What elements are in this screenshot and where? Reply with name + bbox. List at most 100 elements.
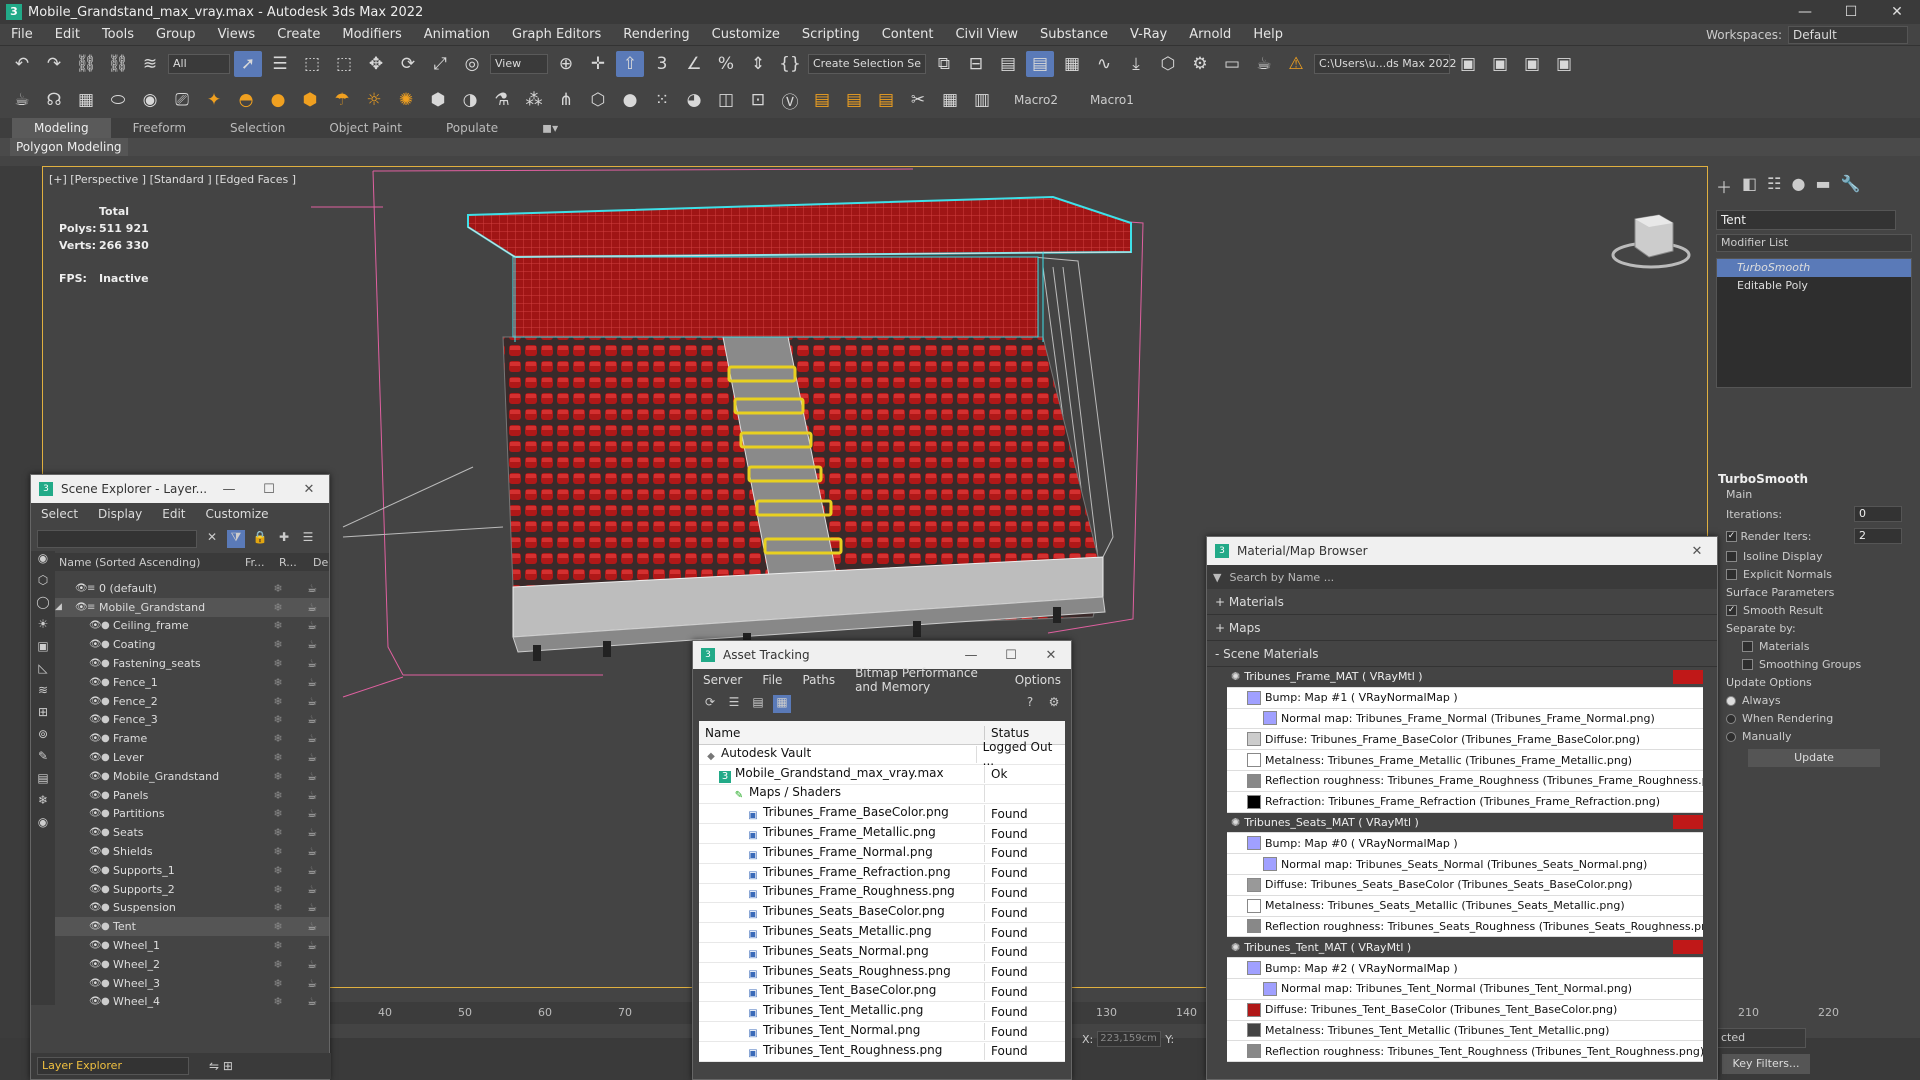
display-geometry-icon[interactable]: ⬡	[31, 573, 55, 595]
display-hidden-icon[interactable]: ◉	[31, 815, 55, 837]
vray-physical-camera-icon[interactable]: ⚗	[488, 87, 516, 113]
close-button[interactable]: ✕	[289, 482, 329, 497]
asset-row[interactable]: ▣ Tribunes_Seats_Metallic.png Found	[699, 923, 1065, 943]
vray-plane-icon[interactable]: ◑	[456, 87, 484, 113]
minimize-button[interactable]: —	[951, 648, 991, 663]
vray-proxy-icon[interactable]: ⬢	[424, 87, 452, 113]
visibility-eye-icon[interactable]: 👁	[89, 733, 102, 744]
materials-checkbox[interactable]	[1742, 641, 1753, 652]
map-row[interactable]: Normal map: Tribunes_Tent_Normal (Tribun…	[1227, 978, 1703, 1000]
freeze-icon[interactable]: ❄	[261, 845, 295, 858]
vray-material-icon[interactable]: ◕	[680, 87, 708, 113]
map-row[interactable]: Refraction: Tribunes_Frame_Refraction (T…	[1227, 791, 1703, 813]
renderable-icon[interactable]: ☕	[295, 789, 329, 802]
vray-mesh-light-icon[interactable]: ⬢	[296, 87, 324, 113]
modify-tab-icon[interactable]: ◧	[1742, 174, 1757, 198]
freeze-icon[interactable]: ❄	[261, 657, 295, 670]
column-status[interactable]: Status	[985, 726, 1029, 740]
named-selection-sets-dropdown[interactable]: Create Selection Se	[808, 54, 926, 74]
asset-row[interactable]: ▣ Tribunes_Frame_Refraction.png Found	[699, 864, 1065, 884]
menu-modifiers[interactable]: Modifiers	[331, 27, 412, 42]
project-manage-icon[interactable]: ▣	[1550, 51, 1578, 77]
warning-icon[interactable]: ⚠	[1282, 51, 1310, 77]
torus-knot-icon[interactable]: ☊	[40, 87, 68, 113]
camera-icon[interactable]: ⎚	[168, 87, 196, 113]
menu-group[interactable]: Group	[145, 27, 207, 42]
renderable-icon[interactable]: ☕	[295, 657, 329, 670]
column-name[interactable]: Name	[699, 725, 985, 740]
project-set-icon[interactable]: ▣	[1486, 51, 1514, 77]
search-input[interactable]	[37, 530, 197, 548]
stack-item-editable-poly[interactable]: Editable Poly	[1717, 277, 1911, 295]
renderable-icon[interactable]: ☕	[295, 939, 329, 952]
material-browser-titlebar[interactable]: 3 Material/Map Browser ✕	[1207, 537, 1717, 565]
map-row[interactable]: Diffuse: Tribunes_Frame_BaseColor (Tribu…	[1227, 729, 1703, 751]
undo-icon[interactable]: ↶	[8, 51, 36, 77]
when-rendering-radio[interactable]	[1726, 713, 1736, 724]
stack-item-turbosmooth[interactable]: TurboSmooth	[1717, 259, 1911, 277]
visibility-eye-icon[interactable]: 👁	[89, 921, 102, 932]
freeze-icon[interactable]: ❄	[261, 995, 295, 1008]
visibility-eye-icon[interactable]: 👁	[89, 658, 102, 669]
tree-row[interactable]: 👁 ● Tent ❄ ☕	[55, 917, 329, 937]
toggle-ribbon-icon[interactable]: ▦	[1058, 51, 1086, 77]
freeze-icon[interactable]: ❄	[261, 901, 295, 914]
freeze-icon[interactable]: ❄	[261, 582, 295, 595]
freeze-icon[interactable]: ❄	[261, 883, 295, 896]
renderable-icon[interactable]: ☕	[295, 901, 329, 914]
menu-civil-view[interactable]: Civil View	[944, 27, 1029, 42]
render-production-icon[interactable]: ☕	[1250, 51, 1278, 77]
modifier-list-dropdown[interactable]: Modifier List	[1716, 234, 1912, 252]
vray-logo-icon[interactable]: Ⓥ	[776, 87, 804, 113]
always-radio[interactable]	[1726, 695, 1736, 706]
group-materials[interactable]: + Materials	[1207, 589, 1717, 615]
menu-options[interactable]: Options	[1005, 673, 1071, 687]
display-cameras-icon[interactable]: ▣	[31, 639, 55, 661]
menu-substance[interactable]: Substance	[1029, 27, 1119, 42]
motion-tab-icon[interactable]: ●	[1791, 174, 1805, 198]
minimize-button[interactable]: —	[209, 482, 249, 497]
isoline-checkbox[interactable]	[1726, 551, 1737, 562]
move-icon[interactable]: ✥	[362, 51, 390, 77]
material-row[interactable]: ✺ Tribunes_Tent_MAT ( VRayMtl )	[1227, 937, 1703, 959]
renderable-icon[interactable]: ☕	[295, 732, 329, 745]
menu-file[interactable]: File	[752, 673, 792, 687]
map-row[interactable]: Reflection roughness: Tribunes_Tent_Roug…	[1227, 1041, 1703, 1063]
renderable-icon[interactable]: ☕	[295, 770, 329, 783]
renderable-icon[interactable]: ☕	[295, 807, 329, 820]
tree-row[interactable]: 👁 ● Coating ❄ ☕	[55, 635, 329, 654]
group-scene-materials[interactable]: - Scene Materials	[1207, 641, 1717, 667]
asset-row[interactable]: ▣ Tribunes_Seats_BaseColor.png Found	[699, 903, 1065, 924]
explicit-normals-checkbox[interactable]	[1726, 569, 1737, 580]
display-none-icon[interactable]: ◉	[31, 551, 55, 573]
bind-spacewarp-icon[interactable]: ≋	[136, 51, 164, 77]
edit-named-sets-icon[interactable]: {}	[776, 51, 804, 77]
create-tab-icon[interactable]: ＋	[1716, 174, 1732, 198]
asset-row[interactable]: ▣ Tribunes_Seats_Normal.png Found	[699, 943, 1065, 963]
render-setup-icon[interactable]: ⚙	[1186, 51, 1214, 77]
visibility-eye-icon[interactable]: 👁	[89, 752, 102, 763]
visibility-eye-icon[interactable]: 👁	[89, 696, 102, 707]
tree-row[interactable]: 👁 ● Suspension ❄ ☕	[55, 899, 329, 918]
display-bones-icon[interactable]: ✎	[31, 749, 55, 771]
polygon-modeling-button[interactable]: Polygon Modeling	[10, 138, 128, 156]
visibility-eye-icon[interactable]: 👁	[89, 714, 102, 725]
pivot-center-icon[interactable]: ⊕	[552, 51, 580, 77]
asset-row[interactable]: ▣ Tribunes_Tent_Metallic.png Found	[699, 1002, 1065, 1023]
renderable-icon[interactable]: ☕	[295, 638, 329, 651]
update-button[interactable]: Update	[1748, 749, 1880, 767]
renderable-icon[interactable]: ☕	[295, 582, 329, 595]
vfb-settings-icon[interactable]: ▤	[872, 87, 900, 113]
schematic-view-icon[interactable]: ⤓	[1122, 51, 1150, 77]
redo-icon[interactable]: ↷	[40, 51, 68, 77]
light-icon[interactable]: ◉	[136, 87, 164, 113]
freeze-icon[interactable]: ❄	[261, 770, 295, 783]
spinner-snap-icon[interactable]: ⇕	[744, 51, 772, 77]
visibility-eye-icon[interactable]: 👁	[89, 996, 102, 1007]
tree-row[interactable]: ◢ 👁 ≡ Mobile_Grandstand ❄ ☕	[55, 597, 329, 617]
maximize-button[interactable]: ☐	[249, 482, 289, 497]
close-button[interactable]: ✕	[1677, 544, 1717, 559]
renderable-icon[interactable]: ☕	[295, 826, 329, 839]
asset-row[interactable]: ◆ Autodesk Vault Logged Out ...	[699, 740, 1065, 768]
turbosmooth-rollout[interactable]: TurboSmooth	[1718, 472, 1910, 486]
